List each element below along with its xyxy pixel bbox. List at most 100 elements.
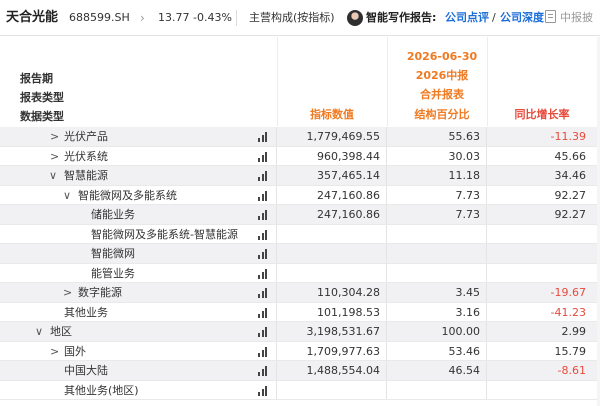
bar-chart-icon[interactable]: [258, 132, 270, 142]
row-label: 中国大陆: [64, 364, 108, 377]
row-label: 其他业务(地区): [64, 383, 139, 397]
stock-change: -0.43%: [193, 11, 232, 24]
segment-table: > 光伏产品 1,779,469.55 55.63 -11.39 > 光伏系统 …: [0, 127, 600, 400]
table-row[interactable]: 中国大陆 1,488,554.04 46.54 -8.61: [0, 361, 600, 381]
table-row[interactable]: 储能业务 247,160.86 7.73 92.27: [0, 205, 600, 225]
stock-name[interactable]: 天合光能: [6, 10, 58, 26]
cell-yoy: -8.61: [487, 361, 600, 380]
header-label-period: 报告期: [20, 72, 53, 85]
chevron-down-icon[interactable]: ∨: [63, 186, 71, 206]
cell-value: 1,709,977.63: [277, 341, 387, 360]
header-report-type: 合并报表: [420, 88, 464, 101]
cell-value: [277, 263, 387, 282]
table-row[interactable]: > 光伏产品 1,779,469.55 55.63 -11.39: [0, 127, 600, 147]
table-row[interactable]: > 数字能源 110,304.28 3.45 -19.67: [0, 283, 600, 303]
bar-chart-icon[interactable]: [258, 210, 270, 220]
cell-yoy: 45.66: [554, 149, 587, 163]
document-icon[interactable]: [545, 10, 556, 23]
bar-chart-icon[interactable]: [258, 366, 270, 376]
cell-percent: 7.73: [387, 205, 487, 224]
company-depth-link[interactable]: 公司深度: [500, 10, 544, 26]
bar-chart-icon[interactable]: [258, 385, 270, 396]
table-row[interactable]: ∨ 地区 3,198,531.67 100.00 2.99: [0, 322, 600, 342]
column-header-value[interactable]: 指标数值: [282, 108, 382, 122]
table-row[interactable]: ∨ 智能微网及多能系统 247,160.86 7.73 92.27: [0, 185, 600, 206]
table-row[interactable]: > 国外 1,709,977.63 53.46 15.79: [0, 341, 600, 362]
chevron-down-icon[interactable]: ∨: [35, 322, 43, 342]
header-divider: [277, 37, 278, 126]
avatar-icon: [347, 10, 363, 26]
column-header-yoy[interactable]: 同比增长率: [492, 108, 592, 122]
cell-value: 1,779,469.55: [277, 127, 387, 146]
cell-percent: 53.46: [387, 341, 487, 360]
cell-yoy: [487, 225, 600, 244]
header-period: 2026-06-30: [406, 50, 478, 63]
cell-yoy: -41.23: [550, 305, 586, 319]
table-row[interactable]: 智能微网及多能系统-智慧能源: [0, 224, 600, 244]
header-label-report-type: 报表类型: [20, 91, 64, 104]
bar-chart-icon[interactable]: [258, 229, 270, 240]
table-row[interactable]: 智能微网: [0, 244, 600, 264]
bar-chart-icon[interactable]: [258, 327, 270, 337]
row-label: 国外: [64, 344, 86, 358]
bar-chart-icon[interactable]: [258, 171, 270, 181]
bar-chart-icon[interactable]: [258, 268, 270, 279]
chevron-right-icon[interactable]: >: [63, 283, 72, 303]
row-label: 光伏产品: [64, 130, 108, 143]
chevron-down-icon[interactable]: ∨: [49, 166, 57, 186]
top-bar: 天合光能 688599.SH › 13.77 -0.43% 主营构成(按指标) …: [0, 0, 600, 36]
bar-chart-icon[interactable]: [258, 249, 270, 259]
cell-value: [277, 380, 387, 399]
table-row[interactable]: 其他业务 101,198.53 3.16 -41.23: [0, 302, 600, 322]
cell-yoy: -19.67: [487, 283, 600, 302]
header-report-name: 2026中报: [415, 69, 469, 82]
cell-yoy: 2.99: [487, 322, 600, 341]
divider: [236, 10, 237, 26]
chevron-right-icon[interactable]: >: [50, 342, 59, 362]
row-label: 智能微网: [91, 247, 135, 260]
row-label: 地区: [50, 325, 72, 338]
cell-value: [277, 244, 387, 263]
cell-percent: 30.03: [387, 146, 487, 165]
column-header-percent[interactable]: 结构百分比: [392, 108, 492, 122]
report-link[interactable]: 中报披: [560, 10, 593, 26]
cell-yoy: [487, 264, 600, 283]
cell-value: 247,160.86: [277, 205, 387, 224]
cell-percent: 11.18: [387, 166, 487, 185]
cell-percent: [387, 380, 487, 399]
cell-percent: 3.45: [387, 283, 487, 302]
cell-percent: 46.54: [387, 361, 487, 380]
company-review-link[interactable]: 公司点评: [445, 10, 489, 26]
table-row[interactable]: ∨ 智慧能源 357,465.14 11.18 34.46: [0, 166, 600, 186]
bar-chart-icon[interactable]: [258, 190, 270, 201]
chevron-right-icon[interactable]: >: [50, 147, 59, 167]
bar-chart-icon[interactable]: [258, 288, 270, 298]
row-label: 能管业务: [91, 266, 135, 280]
cell-yoy: 15.79: [554, 344, 587, 358]
table-row[interactable]: 能管业务: [0, 263, 600, 283]
cell-percent: [387, 244, 487, 263]
stock-price: 13.77: [158, 11, 190, 24]
bar-chart-icon[interactable]: [258, 346, 270, 357]
cell-value: 960,398.44: [277, 146, 387, 165]
bar-chart-icon[interactable]: [258, 151, 270, 162]
cell-percent: 55.63: [387, 127, 487, 146]
bar-chart-icon[interactable]: [258, 307, 270, 318]
row-label: 智能微网及多能系统-智慧能源: [91, 227, 238, 241]
chevron-right-icon[interactable]: ›: [140, 10, 145, 26]
cell-percent: 100.00: [387, 322, 487, 341]
table-row[interactable]: > 光伏系统 960,398.44 30.03 45.66: [0, 146, 600, 167]
row-label: 智慧能源: [64, 169, 108, 182]
cell-yoy: -11.39: [487, 127, 600, 146]
row-label: 其他业务: [64, 305, 108, 319]
table-row[interactable]: 其他业务(地区): [0, 380, 600, 400]
cell-yoy: 34.46: [487, 166, 600, 185]
cell-value: 101,198.53: [277, 302, 387, 321]
row-label: 储能业务: [91, 208, 135, 221]
chevron-right-icon[interactable]: >: [50, 127, 59, 147]
cell-value: [277, 224, 387, 243]
header-label-data-type: 数据类型: [20, 110, 64, 123]
cell-yoy: [487, 244, 600, 263]
cell-percent: [387, 224, 487, 243]
cell-percent: 7.73: [387, 185, 487, 204]
